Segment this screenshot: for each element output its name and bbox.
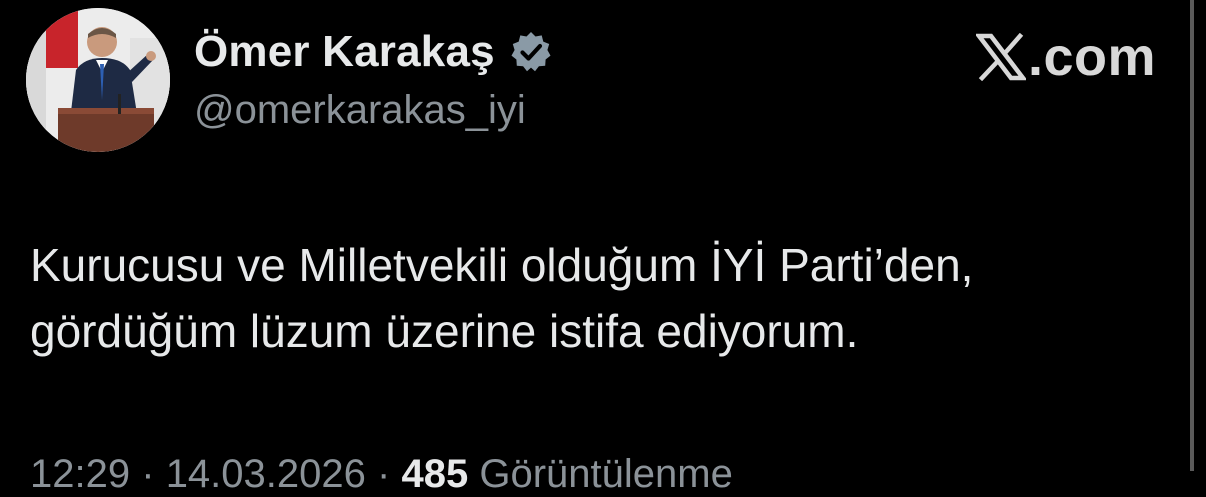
tweet-date[interactable]: 14.03.2026: [166, 452, 366, 496]
avatar[interactable]: [26, 8, 170, 152]
meta-separator: ·: [377, 452, 391, 496]
meta-separator: ·: [141, 452, 155, 496]
x-logo-icon: [974, 32, 1028, 82]
tweet-text-line: gördüğüm lüzum üzerine istifa ediyorum.: [30, 305, 859, 357]
avatar-photo: [26, 8, 170, 152]
views-label: Görüntülenme: [479, 452, 733, 496]
tweet-text: Kurucusu ve Milletvekili olduğum İYİ Par…: [30, 232, 1180, 364]
brand-domain-text: .com: [1027, 27, 1156, 87]
tweet-time[interactable]: 12:29: [30, 452, 130, 496]
author-display-name[interactable]: Ömer Karakaş: [194, 27, 495, 77]
tweet-meta: 12:29 · 14.03.2026 · 485 Görüntülenme: [30, 452, 733, 497]
verified-badge-icon: [509, 30, 553, 74]
scrollbar[interactable]: [1190, 0, 1194, 471]
views-count: 485: [401, 452, 469, 496]
brand-watermark: .com: [974, 26, 1156, 88]
author-name-row: Ömer Karakaş: [194, 24, 553, 80]
author-handle[interactable]: @omerkarakas_iyi: [194, 88, 526, 133]
tweet-text-line: Kurucusu ve Milletvekili olduğum İYİ Par…: [30, 239, 974, 291]
